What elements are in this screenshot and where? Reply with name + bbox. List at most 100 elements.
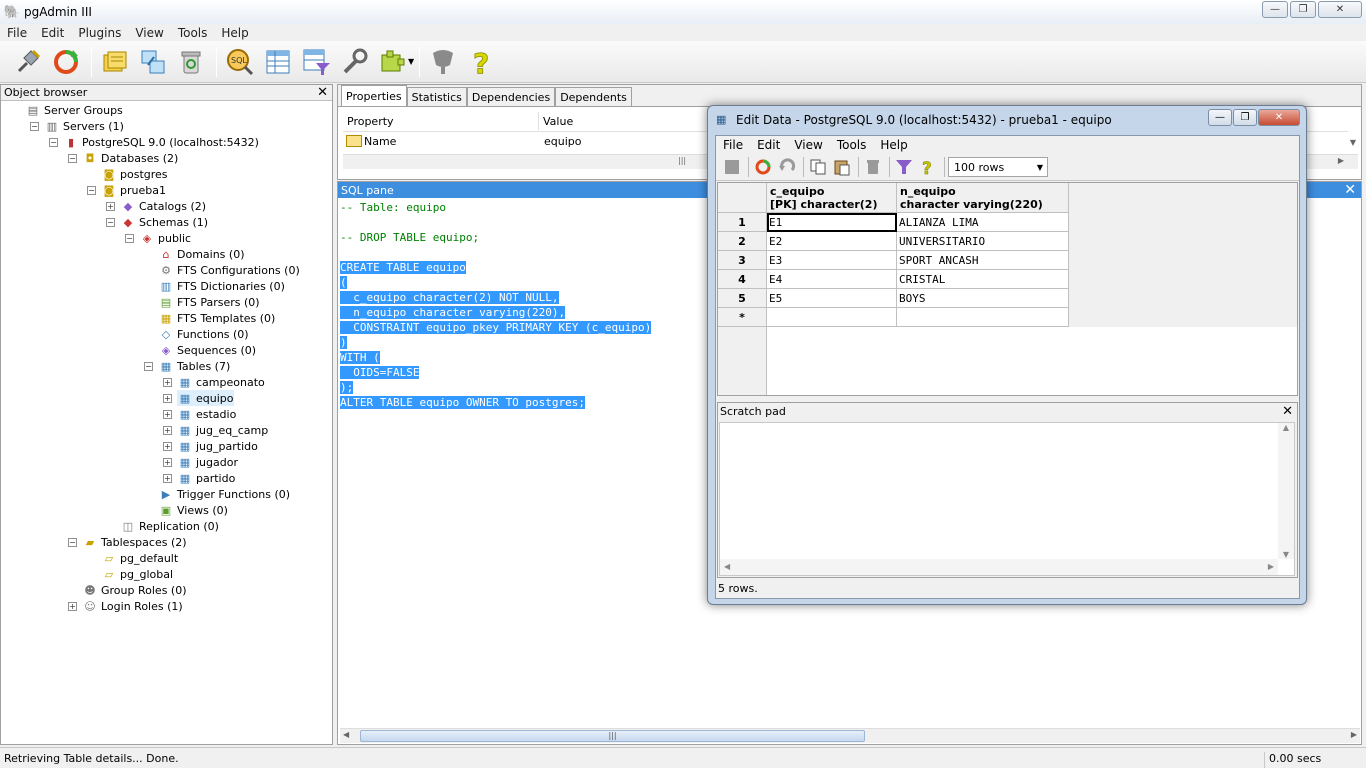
collapse-icon[interactable]: − xyxy=(30,122,39,131)
refresh-button[interactable] xyxy=(48,44,84,80)
ed-help-button[interactable]: ? xyxy=(917,156,939,178)
maximize-button[interactable]: ❐ xyxy=(1290,1,1316,18)
ed-menu-tools[interactable]: Tools xyxy=(830,138,874,152)
ed-menu-view[interactable]: View xyxy=(787,138,829,152)
hint-button[interactable] xyxy=(425,44,461,80)
sql-pane-hscroll[interactable]: ◀ ||| ▶ xyxy=(340,728,1360,743)
grid-cell[interactable]: E4 xyxy=(767,270,897,289)
edit-data-maximize-button[interactable]: ❐ xyxy=(1233,109,1257,126)
column-header-c-equipo[interactable]: c_equipo [PK] character(2) xyxy=(767,183,897,213)
sql-query-button[interactable]: SQL xyxy=(222,44,258,80)
tree-item[interactable]: ▰ Tablespaces (2) xyxy=(82,534,187,550)
tree-item[interactable]: ▤ FTS Parsers (0) xyxy=(158,294,260,310)
tree-item[interactable]: ◫ Replication (0) xyxy=(120,518,219,534)
properties-button[interactable] xyxy=(97,44,133,80)
menu-tools[interactable]: Tools xyxy=(171,26,215,40)
collapse-icon[interactable]: − xyxy=(144,362,153,371)
row-header[interactable]: 4 xyxy=(718,270,767,289)
tree-item[interactable]: ▦ campeonato xyxy=(177,374,265,390)
tree-item[interactable]: ▱ pg_global xyxy=(101,566,173,582)
scroll-thumb[interactable]: ||| xyxy=(360,730,865,742)
scratch-hscroll[interactable]: ◀ ▶ xyxy=(720,559,1278,575)
plugins-button[interactable] xyxy=(374,44,410,80)
menu-edit[interactable]: Edit xyxy=(34,26,71,40)
tab-dependents[interactable]: Dependents xyxy=(555,87,632,106)
column-header-property[interactable]: Property xyxy=(343,112,539,130)
grid-cell[interactable]: BOYS xyxy=(897,289,1069,308)
grid-cell[interactable]: E3 xyxy=(767,251,897,270)
scroll-right-arrow-icon[interactable]: ▶ xyxy=(1268,562,1274,571)
row-header[interactable]: 3 xyxy=(718,251,767,270)
row-header[interactable]: 1 xyxy=(718,213,767,232)
tree-item[interactable]: ◙ prueba1 xyxy=(101,182,166,198)
close-button[interactable]: ✕ xyxy=(1318,1,1362,18)
new-row-cell[interactable] xyxy=(767,308,897,327)
sql-pane-close-icon[interactable]: ✕ xyxy=(1344,182,1356,198)
edit-data-minimize-button[interactable]: — xyxy=(1208,109,1232,126)
tree-item[interactable]: ▥ FTS Dictionaries (0) xyxy=(158,278,285,294)
expand-icon[interactable]: + xyxy=(163,458,172,467)
new-row-header[interactable]: * xyxy=(718,308,767,327)
tree-item[interactable]: ▦ equipo xyxy=(177,390,234,406)
new-row-cell[interactable] xyxy=(897,308,1069,327)
collapse-icon[interactable]: − xyxy=(49,138,58,147)
tree-item[interactable]: ▮ PostgreSQL 9.0 (localhost:5432) xyxy=(63,134,259,150)
edit-data-close-button[interactable]: ✕ xyxy=(1258,109,1300,126)
tree-item[interactable]: ▦ estadio xyxy=(177,406,237,422)
row-header[interactable]: 2 xyxy=(718,232,767,251)
tree-item[interactable]: ◇ Functions (0) xyxy=(158,326,249,342)
scratch-pad-textarea[interactable]: ▲ ▼ ◀ ▶ xyxy=(719,422,1295,576)
create-object-button[interactable] xyxy=(135,44,171,80)
grid-cell[interactable]: UNIVERSITARIO xyxy=(897,232,1069,251)
tree-item[interactable]: ⚙ FTS Configurations (0) xyxy=(158,262,300,278)
scroll-right-arrow-icon[interactable]: ▶ xyxy=(1351,730,1357,739)
scroll-down-arrow-icon[interactable]: ▼ xyxy=(1350,138,1356,147)
scratch-vscroll[interactable]: ▲ ▼ xyxy=(1278,423,1294,559)
scroll-up-arrow-icon[interactable]: ▲ xyxy=(1278,423,1294,432)
collapse-icon[interactable]: − xyxy=(68,154,77,163)
expand-icon[interactable]: + xyxy=(163,474,172,483)
tree-item[interactable]: ▱ pg_default xyxy=(101,550,178,566)
grid-cell[interactable]: E1 xyxy=(767,213,897,232)
expand-icon[interactable]: + xyxy=(163,410,172,419)
grid-cell[interactable]: SPORT ANCASH xyxy=(897,251,1069,270)
ed-copy-button[interactable] xyxy=(807,156,829,178)
row-limit-select[interactable]: 100 rows ▼ xyxy=(948,157,1048,177)
tree-item[interactable]: ◈ Sequences (0) xyxy=(158,342,256,358)
property-row[interactable]: Name xyxy=(346,132,396,150)
ed-undo-button[interactable] xyxy=(776,156,798,178)
help-button[interactable]: ? xyxy=(463,44,499,80)
tree-item[interactable]: ▦ FTS Templates (0) xyxy=(158,310,276,326)
grid-cell[interactable]: ALIANZA LIMA xyxy=(897,213,1069,232)
collapse-icon[interactable]: − xyxy=(68,538,77,547)
expand-icon[interactable]: + xyxy=(163,442,172,451)
drop-object-button[interactable] xyxy=(173,44,209,80)
ed-menu-file[interactable]: File xyxy=(716,138,750,152)
expand-icon[interactable]: + xyxy=(68,602,77,611)
column-header-value[interactable]: Value xyxy=(539,112,719,130)
ed-menu-help[interactable]: Help xyxy=(873,138,914,152)
tree-item[interactable]: ◈ public xyxy=(139,230,191,246)
tree-item[interactable]: ▦ jugador xyxy=(177,454,238,470)
tree-item[interactable]: ◘ Databases (2) xyxy=(82,150,179,166)
collapse-icon[interactable]: − xyxy=(106,218,115,227)
tab-statistics[interactable]: Statistics xyxy=(406,87,467,106)
grid-cell[interactable]: CRISTAL xyxy=(897,270,1069,289)
tree-item[interactable]: ▦ partido xyxy=(177,470,236,486)
menu-view[interactable]: View xyxy=(128,26,170,40)
scroll-down-arrow-icon[interactable]: ▼ xyxy=(1278,550,1294,559)
expand-icon[interactable]: + xyxy=(163,426,172,435)
ed-save-button[interactable] xyxy=(721,156,743,178)
tree-item[interactable]: ☻ Group Roles (0) xyxy=(82,582,186,598)
menu-help[interactable]: Help xyxy=(214,26,255,40)
ed-filter-button[interactable] xyxy=(893,156,915,178)
scroll-left-arrow-icon[interactable]: ◀ xyxy=(343,730,349,739)
tree-item[interactable]: ◙ postgres xyxy=(101,166,168,182)
row-header[interactable]: 5 xyxy=(718,289,767,308)
expand-icon[interactable]: + xyxy=(106,202,115,211)
grid-cell[interactable]: E2 xyxy=(767,232,897,251)
tree-item[interactable]: ◆ Schemas (1) xyxy=(120,214,208,230)
minimize-button[interactable]: — xyxy=(1262,1,1288,18)
collapse-icon[interactable]: − xyxy=(87,186,96,195)
tree-item[interactable]: ⌂ Domains (0) xyxy=(158,246,245,262)
